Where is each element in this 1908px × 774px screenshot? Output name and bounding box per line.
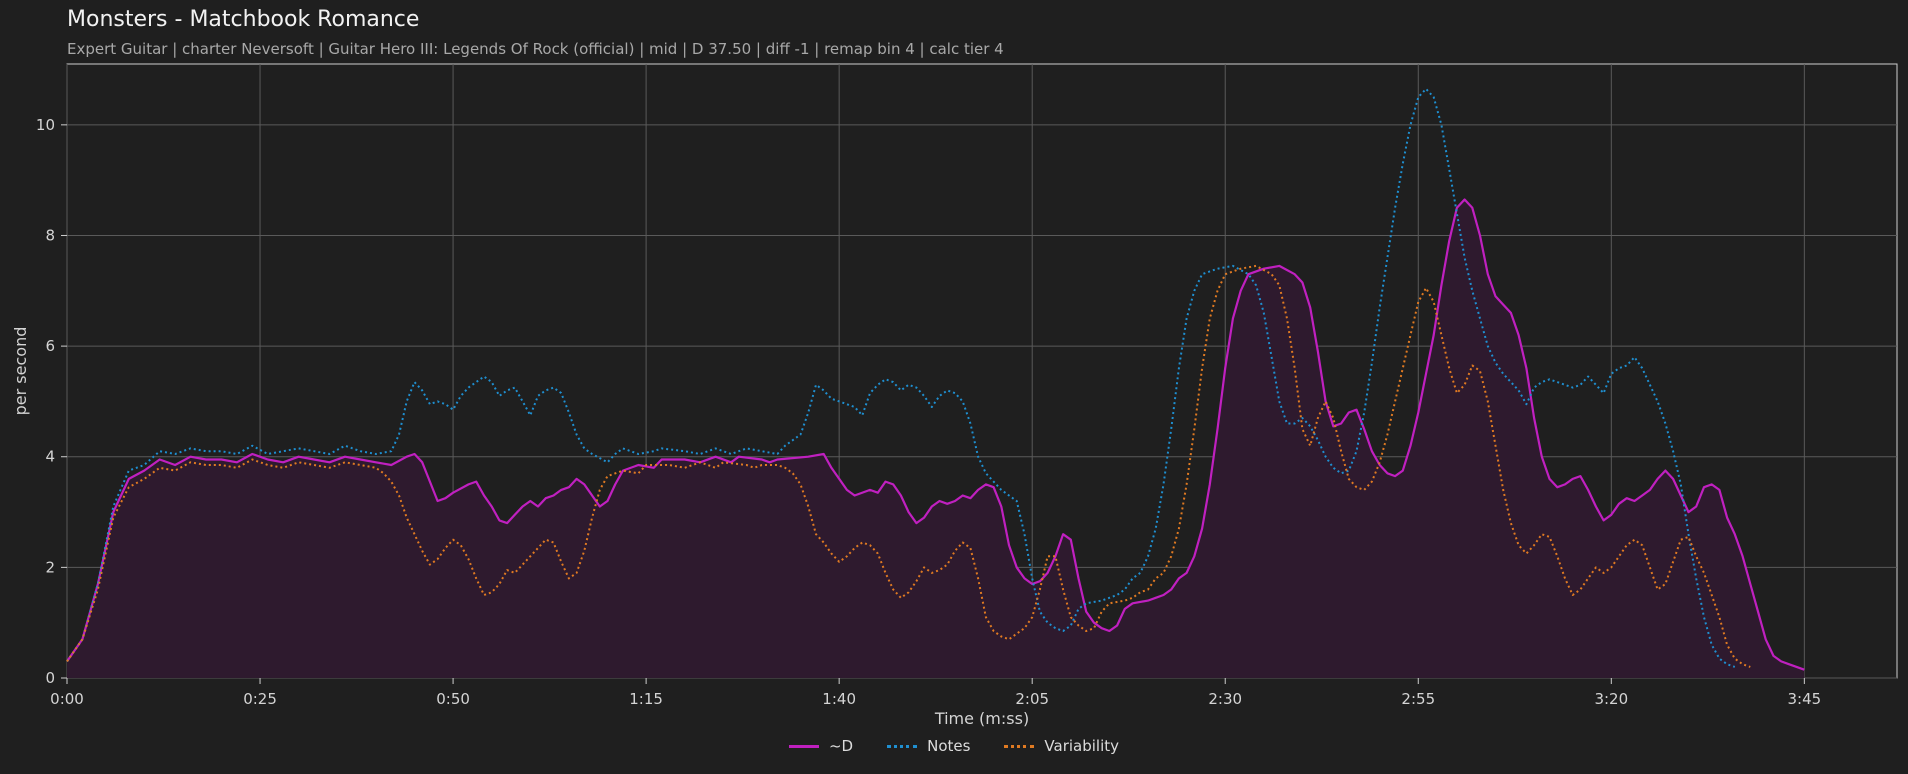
legend-item: ~D: [788, 737, 854, 755]
y-axis-label: per second: [11, 327, 30, 416]
legend-swatch: [887, 744, 918, 748]
x-tick-label: 0:50: [436, 690, 470, 708]
x-tick-label: 3:20: [1594, 690, 1628, 708]
x-axis-ticks: 0:00 0:25 0:50 1:15 1:40 2:05 2:30 2:55 3:20 3:45: [50, 678, 1821, 708]
x-tick-label: 2:30: [1208, 690, 1242, 708]
legend-item: Variability: [1004, 737, 1119, 755]
x-tick-label: 1:15: [629, 690, 663, 708]
x-tick-label: 0:25: [243, 690, 277, 708]
x-tick-label: 2:05: [1015, 690, 1049, 708]
x-tick-label: 0:00: [50, 690, 84, 708]
x-tick-label: 1:40: [822, 690, 856, 708]
x-axis-label: Time (m:ss): [934, 709, 1029, 728]
legend-label: Notes: [927, 737, 971, 755]
x-tick-label: 3:45: [1787, 690, 1821, 708]
legend-item: Notes: [887, 737, 970, 755]
x-tick-label: 2:55: [1401, 690, 1435, 708]
y-tick-label: 6: [45, 337, 55, 355]
legend-swatch: [788, 744, 819, 748]
legend-label: Variability: [1044, 737, 1120, 755]
legend: ~D Notes Variability: [0, 737, 1908, 755]
y-axis-ticks: 0 2 4 6 8 10: [36, 116, 67, 687]
y-tick-label: 4: [45, 448, 55, 466]
y-tick-label: 0: [45, 669, 55, 687]
chart-plot: 0:00 0:25 0:50 1:15 1:40 2:05 2:30 2:55 3:20 3:45…: [11, 63, 1898, 728]
legend-swatch: [1004, 744, 1035, 748]
y-tick-label: 2: [45, 558, 55, 576]
y-tick-label: 8: [45, 226, 55, 244]
y-tick-label: 10: [36, 116, 55, 134]
legend-label: ~D: [828, 737, 854, 755]
